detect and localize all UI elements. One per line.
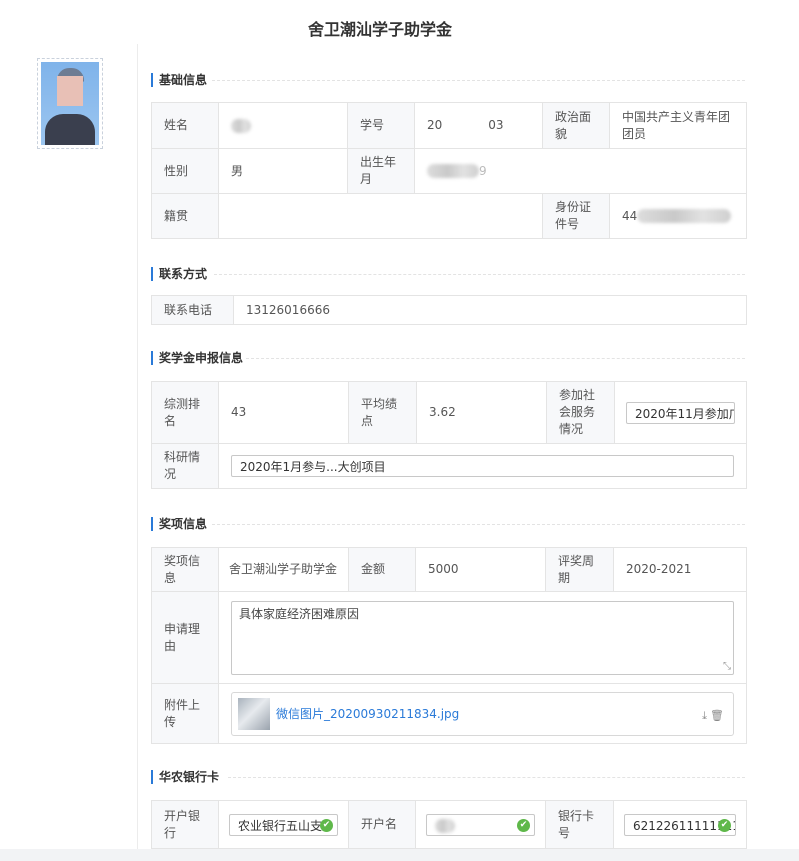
award-info-value: 舍卫潮汕学子助学金 (218, 547, 349, 592)
id-number-value: 44 (609, 193, 747, 239)
avatar (41, 62, 99, 145)
column-divider (137, 44, 138, 849)
table-row: 奖项信息 舍卫潮汕学子助学金 金额 5000 评奖周期 2020-2021 (151, 547, 747, 592)
political-label: 政治面貌 (542, 102, 610, 149)
rank-label: 综测排名 (151, 381, 219, 444)
section-divider (212, 524, 745, 525)
check-icon: ✔ (517, 818, 530, 832)
page-title: 舍卫潮汕学子助学金 (307, 20, 452, 39)
profile-photo[interactable] (37, 58, 103, 149)
rank-value: 43 (218, 381, 349, 444)
student-id-value: 20 03 (414, 102, 543, 149)
amount-label: 金额 (348, 547, 416, 592)
attachment-thumbnail[interactable] (238, 697, 270, 730)
upload-cell: 微信图片_20200930211834.jpg ⤓🗑 (218, 683, 747, 744)
award-table: 奖项信息 舍卫潮汕学子助学金 金额 5000 评奖周期 2020-2021 申请… (151, 547, 747, 744)
period-value: 2020-2021 (613, 547, 747, 592)
section-title-award: 奖项信息 (151, 517, 207, 531)
holder-label: 开户名 (348, 800, 416, 849)
award-info-label: 奖项信息 (151, 547, 219, 592)
attachment-link[interactable]: 微信图片_20200930211834.jpg (276, 706, 459, 723)
bank-input[interactable]: 农业银行五山支 ✔ (229, 813, 338, 836)
check-icon: ✔ (718, 818, 731, 832)
bank-cell: 农业银行五山支 ✔ (218, 800, 349, 849)
card-label: 银行卡号 (545, 800, 614, 849)
holder-input[interactable]: ✔ (426, 813, 535, 836)
section-divider (246, 358, 745, 359)
name-value (218, 102, 348, 149)
gender-value: 男 (218, 148, 348, 194)
native-place-label: 籍贯 (151, 193, 219, 239)
card-cell: 62122611111111 ✔ (613, 800, 747, 849)
reason-textarea[interactable]: 具体家庭经济困难原因 ⤡ (231, 600, 734, 675)
table-row: 联系电话 13126016666 (151, 295, 747, 325)
section-divider (228, 777, 745, 778)
service-label: 参加社会服务情况 (546, 381, 615, 444)
phone-label: 联系电话 (151, 295, 234, 325)
phone-value: 13126016666 (233, 295, 747, 325)
id-number-label: 身份证件号 (542, 193, 610, 239)
check-icon: ✔ (320, 818, 333, 832)
holder-cell: ✔ (415, 800, 546, 849)
reason-label: 申请理由 (151, 591, 219, 684)
gpa-label: 平均绩点 (348, 381, 417, 444)
section-title-basic: 基础信息 (151, 73, 207, 87)
political-value: 中国共产主义青年团团员 (609, 102, 747, 149)
service-cell: 2020年11月参加广 (614, 381, 747, 444)
contact-table: 联系电话 13126016666 (151, 295, 747, 325)
reason-text: 具体家庭经济困难原因 (239, 606, 360, 621)
table-row: 性别 男 出生年月 9 (151, 148, 747, 194)
service-input[interactable]: 2020年11月参加广 (626, 401, 735, 424)
bank-label: 开户银行 (151, 800, 219, 849)
basic-info-table: 姓名 学号 20 03 政治面貌 中国共产主义青年团团员 性别 男 出生年月 9 … (151, 102, 747, 239)
download-icon[interactable]: ⤓ (702, 709, 710, 722)
section-title-application: 奖学金申报信息 (151, 351, 243, 365)
section-title-contact: 联系方式 (151, 267, 207, 281)
bank-table: 开户银行 农业银行五山支 ✔ 开户名 ✔ 银行卡号 62122611111111 ✔ (151, 800, 747, 849)
research-label: 科研情况 (151, 443, 219, 489)
student-id-label: 学号 (347, 102, 415, 149)
table-row: 附件上传 微信图片_20200930211834.jpg ⤓🗑 (151, 683, 747, 744)
section-divider (214, 274, 745, 275)
bottom-scroll-area (0, 849, 799, 861)
table-row: 籍贯 身份证件号 44 (151, 193, 747, 239)
table-row: 综测排名 43 平均绩点 3.62 参加社会服务情况 2020年11月参加广 (151, 381, 747, 444)
table-row: 申请理由 具体家庭经济困难原因 ⤡ (151, 591, 747, 684)
attachment-item: 微信图片_20200930211834.jpg ⤓🗑 (231, 691, 734, 736)
gender-label: 性别 (151, 148, 219, 194)
gpa-value: 3.62 (416, 381, 547, 444)
table-row: 开户银行 农业银行五山支 ✔ 开户名 ✔ 银行卡号 62122611111111 ✔ (151, 800, 747, 849)
native-place-value (218, 193, 543, 239)
table-row: 科研情况 2020年1月参与...大创项目 (151, 443, 747, 489)
table-row: 姓名 学号 20 03 政治面貌 中国共产主义青年团团员 (151, 102, 747, 149)
application-table: 综测排名 43 平均绩点 3.62 参加社会服务情况 2020年11月参加广 科… (151, 381, 747, 489)
birth-value: 9 (414, 148, 747, 194)
amount-value: 5000 (415, 547, 546, 592)
card-input[interactable]: 62122611111111 ✔ (624, 813, 736, 836)
birth-label: 出生年月 (347, 148, 415, 194)
section-title-bank: 华农银行卡 (151, 770, 219, 784)
resize-handle-icon[interactable]: ⤡ (723, 661, 731, 672)
name-label: 姓名 (151, 102, 219, 149)
research-input[interactable]: 2020年1月参与...大创项目 (231, 455, 734, 477)
section-divider (212, 80, 745, 81)
upload-label: 附件上传 (151, 683, 219, 744)
delete-icon[interactable]: 🗑 (710, 709, 727, 722)
period-label: 评奖周期 (545, 547, 614, 592)
research-cell: 2020年1月参与...大创项目 (218, 443, 747, 489)
reason-cell: 具体家庭经济困难原因 ⤡ (218, 591, 747, 684)
